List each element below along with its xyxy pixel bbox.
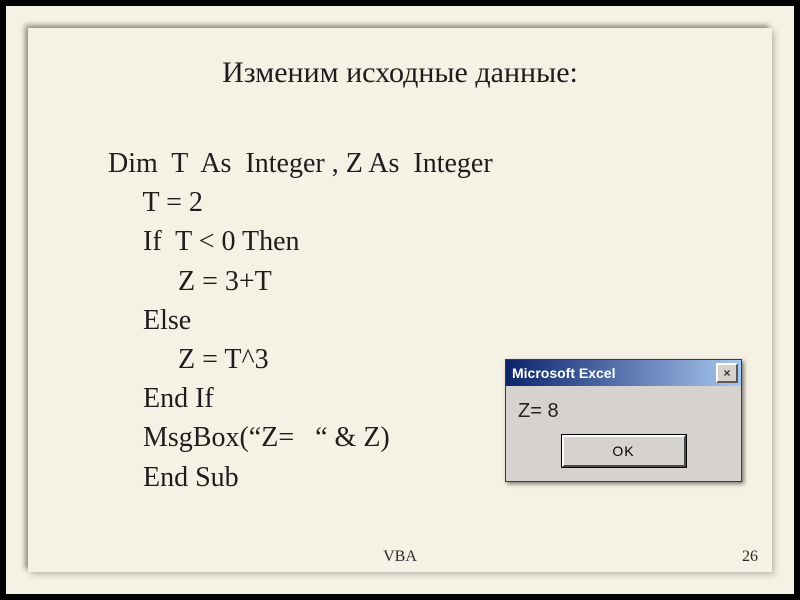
code-line: Dim T As Integer , Z As Integer [108, 144, 493, 183]
footer-label: VBA [28, 548, 772, 566]
code-line: T = 2 [108, 183, 493, 222]
code-block: Dim T As Integer , Z As Integer T = 2 If… [108, 144, 493, 497]
slide-frame: Изменим исходные данные: Dim T As Intege… [0, 0, 800, 600]
close-icon[interactable]: × [716, 363, 738, 383]
ok-button[interactable]: OK [562, 435, 686, 467]
messagebox-titlebar: Microsoft Excel × [506, 360, 741, 386]
code-line: Z = 3+T [108, 262, 493, 301]
code-line: MsgBox(“Z= “ & Z) [108, 418, 493, 457]
messagebox-title: Microsoft Excel [512, 365, 615, 381]
slide-title: Изменим исходные данные: [28, 56, 772, 90]
code-line: If T < 0 Then [108, 222, 493, 261]
slide-inner: Изменим исходные данные: Dim T As Intege… [28, 28, 772, 572]
code-line: End If [108, 379, 493, 418]
page-number: 26 [742, 548, 758, 566]
messagebox-body: Z= 8 [506, 386, 741, 427]
code-line: Else [108, 301, 493, 340]
messagebox-buttons: OK [506, 427, 741, 481]
code-line: Z = T^3 [108, 340, 493, 379]
code-line: End Sub [108, 458, 493, 497]
messagebox-window: Microsoft Excel × Z= 8 OK [505, 359, 742, 482]
